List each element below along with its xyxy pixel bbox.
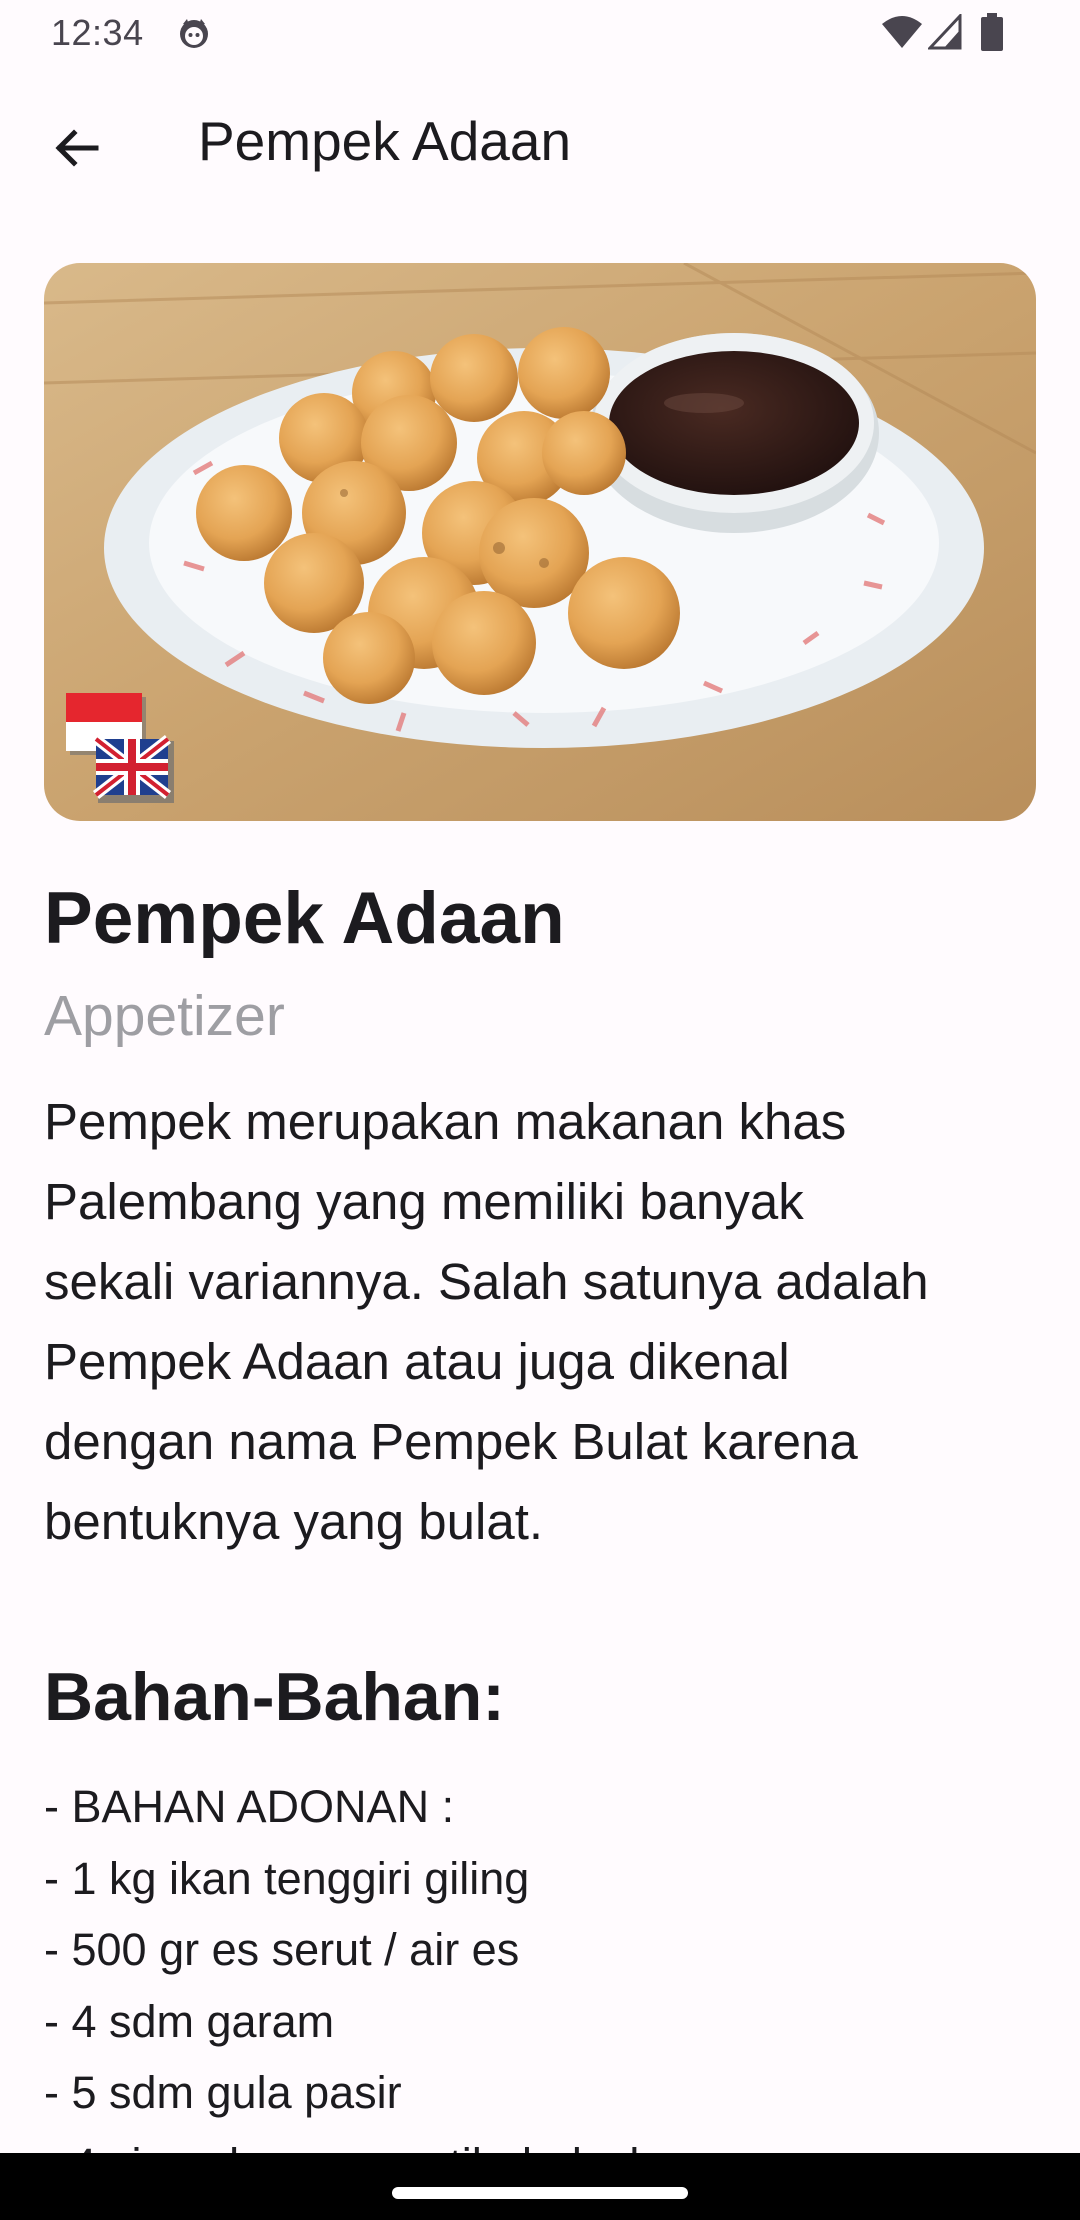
system-navigation-bar xyxy=(0,2153,1080,2220)
back-button[interactable] xyxy=(36,108,116,188)
language-toggle[interactable] xyxy=(64,693,176,805)
home-gesture-handle[interactable] xyxy=(392,2187,688,2199)
recipe-description: Pempek merupakan makanan khas Palembang … xyxy=(44,1082,1044,1562)
description-line: sekali variannya. Salah satunya adalah xyxy=(44,1253,929,1310)
description-line: Palembang yang memiliki banyak xyxy=(44,1173,804,1230)
description-line: Pempek merupakan makanan khas xyxy=(44,1093,847,1150)
signal-icon xyxy=(928,14,962,50)
top-app-bar: Pempek Adaan xyxy=(0,66,1080,216)
battery-icon xyxy=(981,13,1003,51)
uk-flag-icon xyxy=(92,735,174,803)
arrow-back-icon xyxy=(55,129,99,167)
description-line: Pempek Adaan atau juga dikenal xyxy=(44,1333,790,1390)
description-line: bentuknya yang bulat. xyxy=(44,1493,544,1550)
recipe-category: Appetizer xyxy=(44,984,285,1048)
recipe-photo xyxy=(44,263,1036,821)
recipe-image xyxy=(44,263,1036,821)
status-bar: 12:34 xyxy=(0,0,1080,66)
description-line: dengan nama Pempek Bulat karena xyxy=(44,1413,858,1470)
ingredient-item: - 4 sdm garam xyxy=(44,1995,335,2047)
ingredient-item: - 1 kg ikan tenggiri giling xyxy=(44,1852,530,1904)
ingredients-heading: Bahan-Bahan: xyxy=(44,1659,505,1735)
recipe-detail-screen: 12:34 Pempek Adaan Pempek Adaan Appetize… xyxy=(0,0,1080,2220)
recipe-title: Pempek Adaan xyxy=(44,878,565,959)
ingredients-list: - BAHAN ADONAN : - 1 kg ikan tenggiri gi… xyxy=(44,1771,1044,2200)
ingredient-item: - BAHAN ADONAN : xyxy=(44,1781,455,1832)
app-bar-title: Pempek Adaan xyxy=(198,110,572,172)
ingredient-item: - 5 sdm gula pasir xyxy=(44,2067,402,2118)
ingredient-item: - 500 gr es serut / air es xyxy=(44,1924,520,1975)
wifi-icon xyxy=(882,16,922,48)
status-time: 12:34 xyxy=(51,12,144,53)
notification-icon xyxy=(180,19,208,48)
